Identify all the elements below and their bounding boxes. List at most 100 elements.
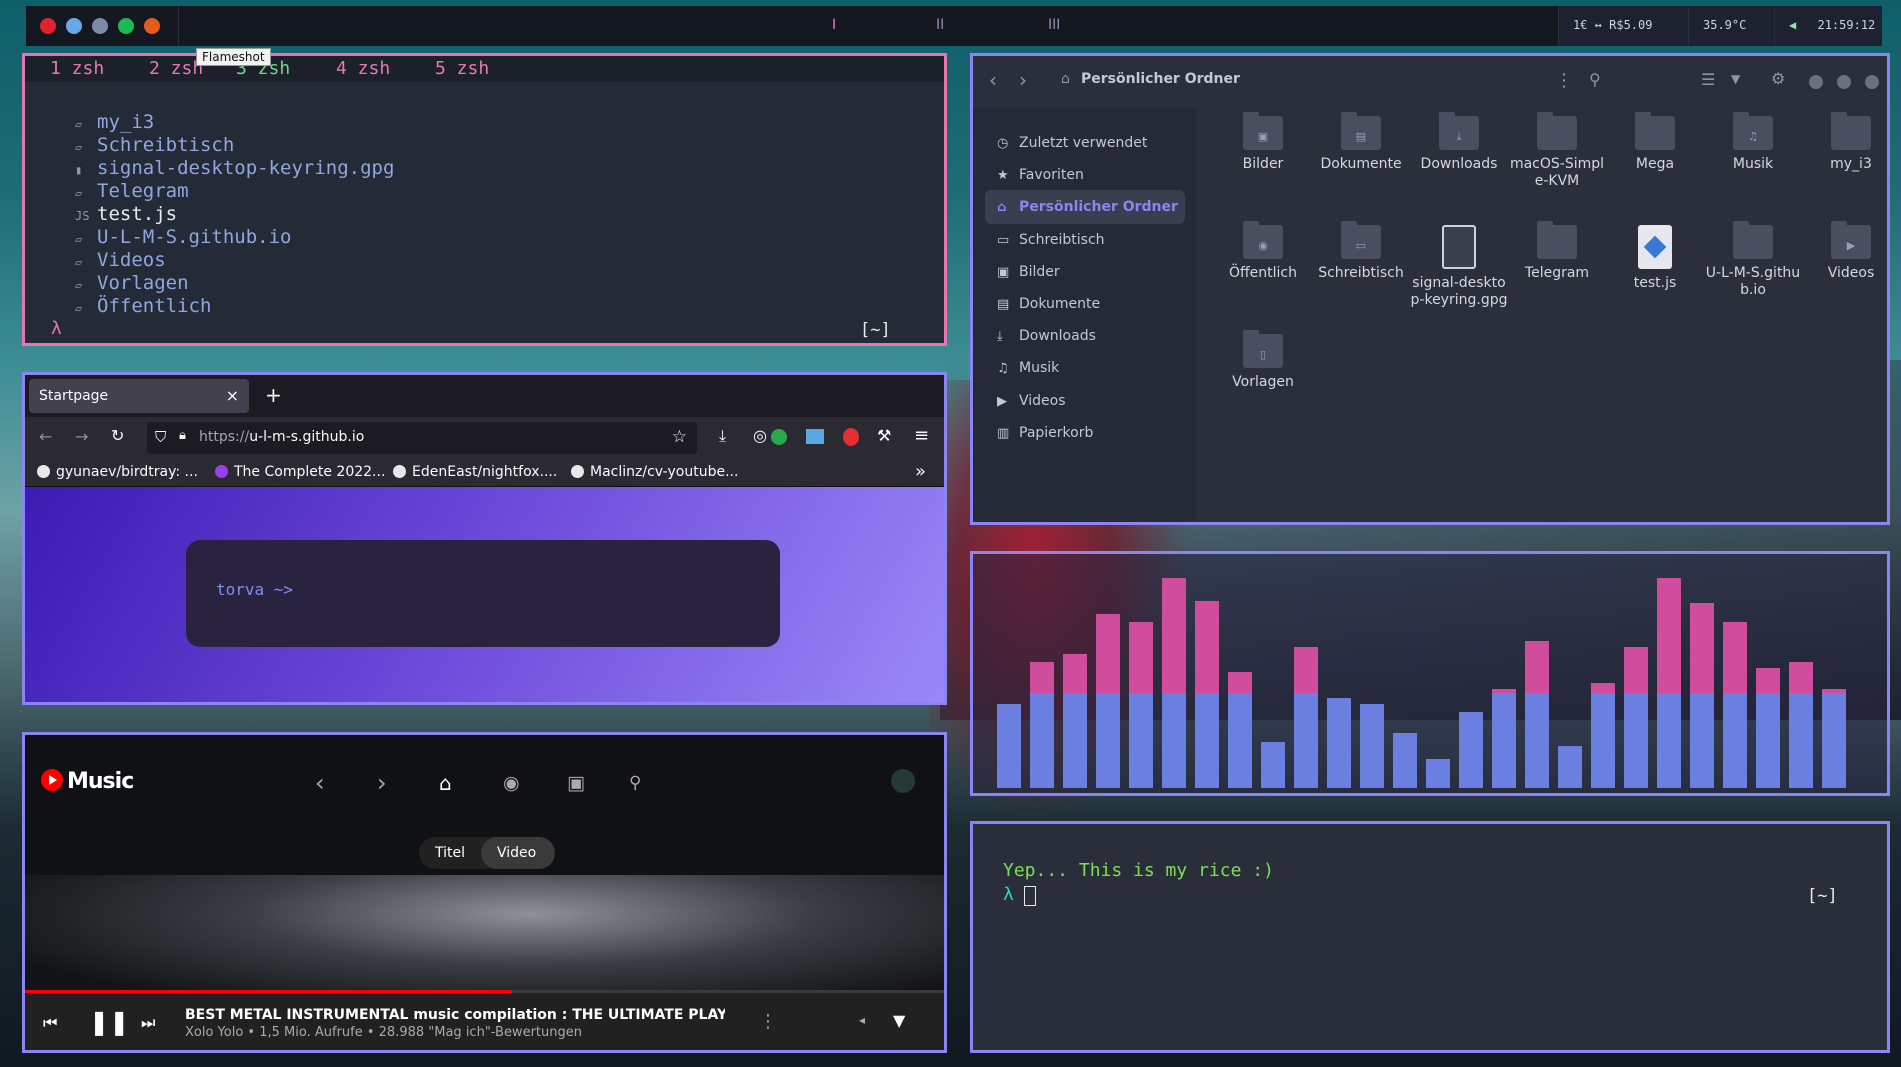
file-item[interactable]: signal-desktop-keyring.gpg	[1409, 225, 1509, 309]
bookmarks-overflow-icon[interactable]: »	[915, 461, 926, 482]
ublock-icon[interactable]	[843, 428, 859, 446]
file-item[interactable]: ▯ Vorlagen	[1213, 330, 1313, 391]
sidebar-item-download[interactable]: ⤓ Downloads	[985, 319, 1185, 353]
sidebar-item-clock[interactable]: ◷ Zuletzt verwendet	[985, 126, 1185, 160]
more-options-icon[interactable]: ⋮	[1555, 70, 1573, 91]
file-item[interactable]: Telegram	[1507, 221, 1607, 282]
file-item[interactable]: ▣ Bilder	[1213, 112, 1313, 173]
home-icon[interactable]: ⌂	[439, 771, 452, 795]
file-item[interactable]: Mega	[1605, 112, 1705, 173]
location-title[interactable]: Persönlicher Ordner	[1081, 71, 1240, 87]
file-item[interactable]: ▤ Dokumente	[1311, 112, 1411, 173]
file-item[interactable]: my_i3	[1801, 112, 1887, 173]
pause-icon[interactable]: ❚❚	[89, 1008, 129, 1036]
file-item[interactable]: ▭ Schreibtisch	[1311, 221, 1411, 282]
browser-tab[interactable]: Startpage ×	[29, 379, 249, 413]
chevron-down-icon[interactable]: ▼	[893, 1011, 905, 1030]
forward-icon[interactable]: ›	[377, 769, 387, 797]
back-icon[interactable]: ←	[39, 427, 52, 446]
file-item[interactable]: U-L-M-S.github.io	[1703, 221, 1803, 299]
close-icon[interactable]: ×	[226, 386, 239, 405]
back-icon[interactable]: ‹	[989, 68, 997, 92]
workspace-1[interactable]: I	[832, 17, 836, 33]
workspace-3[interactable]: III	[1048, 17, 1060, 33]
startpage-search-input[interactable]: torva ~>	[186, 540, 780, 647]
sidebar-item-document[interactable]: ▤ Dokumente	[985, 287, 1185, 321]
extension-glasses-icon[interactable]: ◎	[753, 426, 767, 445]
bookmark-item[interactable]: EdenEast/nightfox....	[393, 464, 557, 480]
back-icon[interactable]: ‹	[315, 769, 325, 797]
volume-icon[interactable]: ◀	[1789, 18, 1796, 32]
download-icon[interactable]: ⤓	[719, 426, 726, 446]
minimize-button[interactable]	[1809, 75, 1823, 89]
sidebar-item-star[interactable]: ★ Favoriten	[985, 158, 1185, 192]
file-item[interactable]: ◉ Öffentlich	[1213, 221, 1313, 282]
firefox-icon[interactable]	[144, 18, 160, 34]
bookmark-item[interactable]: Maclinz/cv-youtube...	[571, 464, 738, 480]
reload-icon[interactable]: ↻	[111, 426, 124, 445]
new-tab-button[interactable]: +	[265, 383, 282, 407]
sidebar-item-trash[interactable]: ▥ Papierkorb	[985, 416, 1185, 450]
bookmark-item[interactable]: The Complete 2022...	[215, 464, 385, 480]
cloud-icon[interactable]	[66, 18, 82, 34]
chevron-down-icon[interactable]: ▼	[1731, 72, 1740, 86]
sidebar-item-home[interactable]: ⌂ Persönlicher Ordner	[985, 190, 1185, 225]
terminal-tab-1[interactable]: 1 zsh	[50, 58, 104, 79]
forward-icon[interactable]: →	[75, 427, 88, 446]
folder-icon: ▱	[75, 301, 83, 315]
search-icon[interactable]: ⚲	[1589, 70, 1601, 89]
search-icon[interactable]: ⚲	[629, 773, 641, 793]
sidebar-item-desktop[interactable]: ▭ Schreibtisch	[985, 223, 1185, 257]
library-icon[interactable]: ▣	[567, 772, 585, 794]
clock-widget: ◀ 21:59:12	[1774, 6, 1882, 46]
extension-image-icon[interactable]	[806, 429, 824, 444]
record-icon[interactable]	[40, 18, 56, 34]
more-options-icon[interactable]: ⋮	[759, 1011, 777, 1032]
globe-icon[interactable]	[92, 18, 108, 34]
previous-icon[interactable]: ⏮	[43, 1013, 57, 1033]
gear-icon[interactable]: ⚙	[1771, 69, 1785, 88]
visualizer-bar	[1525, 641, 1549, 788]
file-item[interactable]: macOS-Simple-KVM	[1507, 112, 1607, 190]
toggle-titel[interactable]: Titel	[435, 845, 465, 861]
file-item[interactable]: ▶ Videos	[1801, 221, 1887, 282]
clock-icon: ◷	[997, 136, 1009, 151]
spotify-icon[interactable]	[118, 18, 134, 34]
file-item[interactable]: ⤓ Downloads	[1409, 112, 1509, 173]
track-title[interactable]: BEST METAL INSTRUMENTAL music compilatio…	[185, 1007, 725, 1023]
extension-b-icon[interactable]	[771, 429, 787, 445]
avatar[interactable]	[891, 769, 915, 793]
url-bar[interactable]: ⛉ 🔒︎ https://u-l-m-s.github.io ☆	[147, 422, 697, 454]
list-view-icon[interactable]: ☰	[1701, 70, 1715, 89]
extension-tool-icon[interactable]: ⚒	[877, 426, 891, 445]
audio-visualizer	[970, 551, 1890, 796]
next-icon[interactable]: ⏭	[141, 1013, 155, 1033]
maximize-button[interactable]	[1837, 75, 1851, 89]
url-protocol: https://	[199, 429, 250, 445]
terminal-tab-5[interactable]: 5 zsh	[435, 58, 489, 79]
youtube-music-logo[interactable]: Music	[41, 769, 134, 794]
toggle-video[interactable]: Video	[481, 837, 555, 869]
file-item[interactable]: test.js	[1605, 225, 1705, 292]
terminal-top[interactable]: 1 zsh 2 zsh 3 zsh 4 zsh 5 zsh ▱ my_i3 ▱ Sch…	[22, 53, 947, 346]
explore-icon[interactable]: ◉	[503, 772, 520, 794]
sidebar-item-image[interactable]: ▣ Bilder	[985, 255, 1185, 289]
close-button[interactable]	[1865, 75, 1879, 89]
visualizer-bar	[1756, 668, 1780, 788]
shield-icon[interactable]: ⛉	[155, 428, 166, 446]
folder-icon: ▶	[1831, 221, 1871, 259]
terminal-bottom[interactable]: Yep... This is my rice :) λ [~]	[970, 821, 1890, 1053]
bookmark-item[interactable]: gyunaev/birdtray: ...	[37, 464, 198, 480]
terminal-tab-4[interactable]: 4 zsh	[336, 58, 390, 79]
menu-icon[interactable]: ≡	[914, 425, 929, 446]
sidebar-item-music[interactable]: ♫ Musik	[985, 351, 1185, 385]
file-item[interactable]: ♫ Musik	[1703, 112, 1803, 173]
forward-icon[interactable]: ›	[1019, 68, 1027, 92]
terminal-list-item: ▱ Vorlagen	[75, 272, 189, 294]
star-icon[interactable]: ☆	[672, 427, 687, 447]
bookmark-label: The Complete 2022...	[234, 464, 386, 480]
workspace-2[interactable]: II	[936, 17, 944, 33]
sidebar-item-video[interactable]: ▶ Videos	[985, 384, 1185, 418]
visualizer-bar	[1096, 614, 1120, 788]
volume-left-icon[interactable]: ◂	[859, 1013, 865, 1027]
